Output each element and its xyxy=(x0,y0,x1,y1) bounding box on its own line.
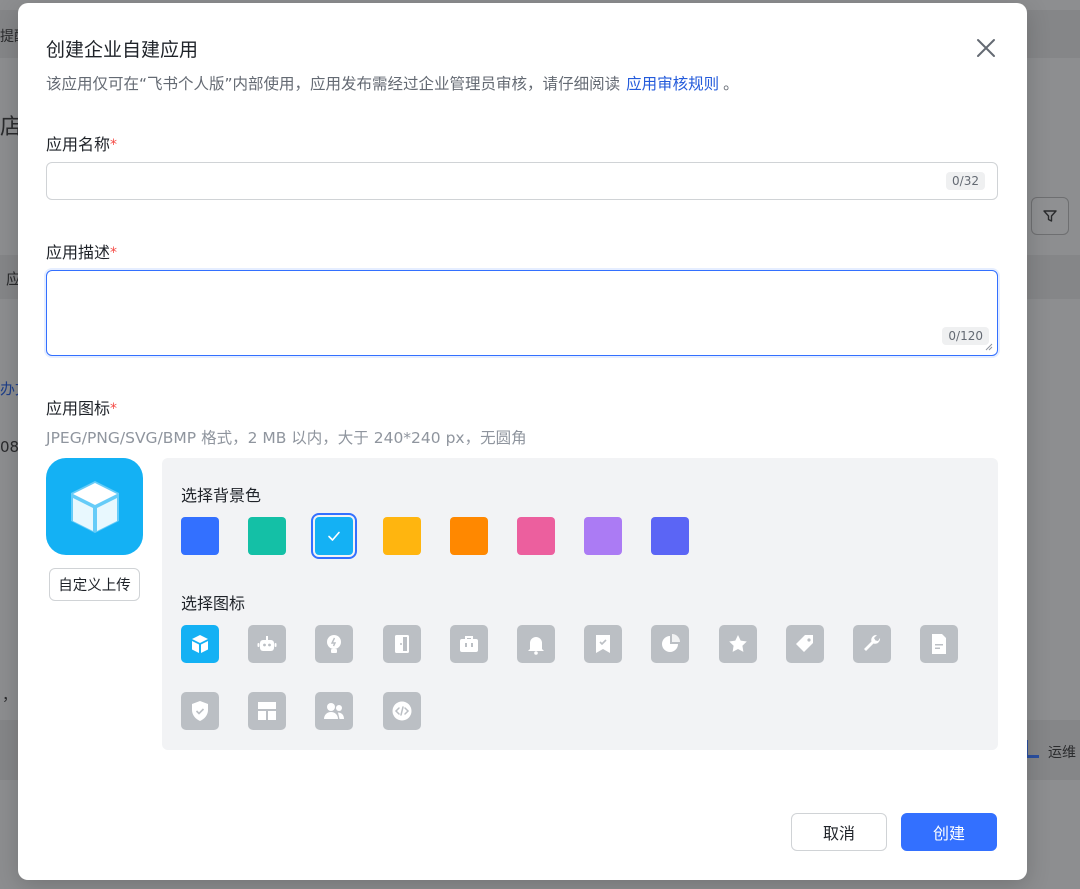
color-swatch-orange[interactable] xyxy=(450,517,488,555)
cancel-button[interactable]: 取消 xyxy=(791,813,887,851)
users-icon xyxy=(324,703,344,719)
filter-icon xyxy=(1043,210,1057,222)
app-icon-label-text: 应用图标 xyxy=(46,399,111,418)
icon-option-pie[interactable] xyxy=(651,625,689,663)
color-swatch-blue[interactable] xyxy=(181,517,219,555)
icon-option-shield[interactable] xyxy=(181,692,219,730)
bookmark-check-icon xyxy=(596,635,610,653)
review-rules-link[interactable]: 应用审核规则 xyxy=(626,75,719,93)
icon-option-star[interactable] xyxy=(719,625,757,663)
icon-option-cube[interactable] xyxy=(181,625,219,663)
icon-select-label: 选择图标 xyxy=(181,594,246,613)
background-text: ， xyxy=(2,686,18,704)
icon-option-bulb[interactable] xyxy=(315,625,353,663)
app-desc-field[interactable]: 0/120 xyxy=(46,270,998,356)
document-icon xyxy=(932,634,946,654)
robot-icon xyxy=(257,636,277,651)
app-icon-hint: JPEG/PNG/SVG/BMP 格式，2 MB 以内，大于 240*240 p… xyxy=(46,429,527,447)
wrench-icon xyxy=(864,634,881,651)
code-icon xyxy=(392,701,412,721)
background-text: 运维 xyxy=(1048,745,1076,761)
pie-chart-icon xyxy=(662,634,680,652)
bell-icon xyxy=(528,637,544,655)
icon-option-robot[interactable] xyxy=(248,625,286,663)
required-mark: * xyxy=(110,401,118,417)
cube-icon xyxy=(70,480,119,533)
check-icon xyxy=(328,531,340,541)
icon-option-briefcase[interactable] xyxy=(450,625,488,663)
subtitle-tail: 。 xyxy=(723,75,739,93)
app-name-field[interactable]: 0/32 xyxy=(46,162,998,200)
briefcase-icon xyxy=(460,636,478,652)
star-icon xyxy=(729,635,747,652)
cube-icon xyxy=(192,635,208,653)
color-swatch-purple[interactable] xyxy=(584,517,622,555)
icon-option-code[interactable] xyxy=(383,692,421,730)
app-name-counter: 0/32 xyxy=(946,172,985,190)
color-swatch-indigo[interactable] xyxy=(651,517,689,555)
icon-picker-panel: 选择背景色 选择图标 xyxy=(162,458,998,750)
color-swatch-pink[interactable] xyxy=(517,517,555,555)
layout-icon xyxy=(258,702,276,720)
app-name-label-text: 应用名称 xyxy=(46,135,111,154)
icon-option-tag[interactable] xyxy=(786,625,824,663)
app-desc-textarea[interactable] xyxy=(47,271,927,341)
bulb-icon xyxy=(327,635,341,653)
app-icon-label: 应用图标* xyxy=(46,395,117,419)
door-icon xyxy=(395,635,409,653)
app-name-label: 应用名称* xyxy=(46,131,117,155)
app-desc-counter: 0/120 xyxy=(942,327,989,345)
tag-icon xyxy=(796,635,813,652)
app-name-input[interactable] xyxy=(47,163,927,199)
close-icon xyxy=(977,39,995,57)
color-swatch-teal[interactable] xyxy=(248,517,286,555)
resize-grip-icon[interactable] xyxy=(985,343,993,351)
custom-upload-button[interactable]: 自定义上传 xyxy=(49,568,140,601)
dialog-title: 创建企业自建应用 xyxy=(46,39,199,61)
app-desc-label: 应用描述* xyxy=(46,239,117,263)
icon-option-document[interactable] xyxy=(920,625,958,663)
app-desc-label-text: 应用描述 xyxy=(46,243,111,262)
color-swatch-sky-selected[interactable] xyxy=(311,513,357,559)
icon-option-door[interactable] xyxy=(383,625,421,663)
close-button[interactable] xyxy=(972,34,1000,62)
icon-option-wrench[interactable] xyxy=(853,625,891,663)
icon-option-bell[interactable] xyxy=(517,625,555,663)
background-filter-button xyxy=(1031,197,1069,235)
background-chart-icon xyxy=(1025,740,1039,758)
background-text: 08 xyxy=(0,438,20,456)
subtitle-text: 该应用仅可在“飞书个人版”内部使用，应用发布需经过企业管理员审核，请仔细阅读 xyxy=(46,75,621,93)
bg-color-label: 选择背景色 xyxy=(181,486,262,505)
icon-option-bookmark[interactable] xyxy=(584,625,622,663)
icon-option-users[interactable] xyxy=(315,692,353,730)
icon-option-layout[interactable] xyxy=(248,692,286,730)
color-swatch-yellow[interactable] xyxy=(383,517,421,555)
shield-check-icon xyxy=(192,701,208,721)
required-mark: * xyxy=(110,137,118,153)
create-app-dialog: 创建企业自建应用 该应用仅可在“飞书个人版”内部使用，应用发布需经过企业管理员审… xyxy=(18,3,1027,880)
create-button[interactable]: 创建 xyxy=(901,813,997,851)
app-icon-preview xyxy=(46,458,143,555)
required-mark: * xyxy=(110,245,118,261)
dialog-subtitle: 该应用仅可在“飞书个人版”内部使用，应用发布需经过企业管理员审核，请仔细阅读 应用… xyxy=(46,72,739,94)
